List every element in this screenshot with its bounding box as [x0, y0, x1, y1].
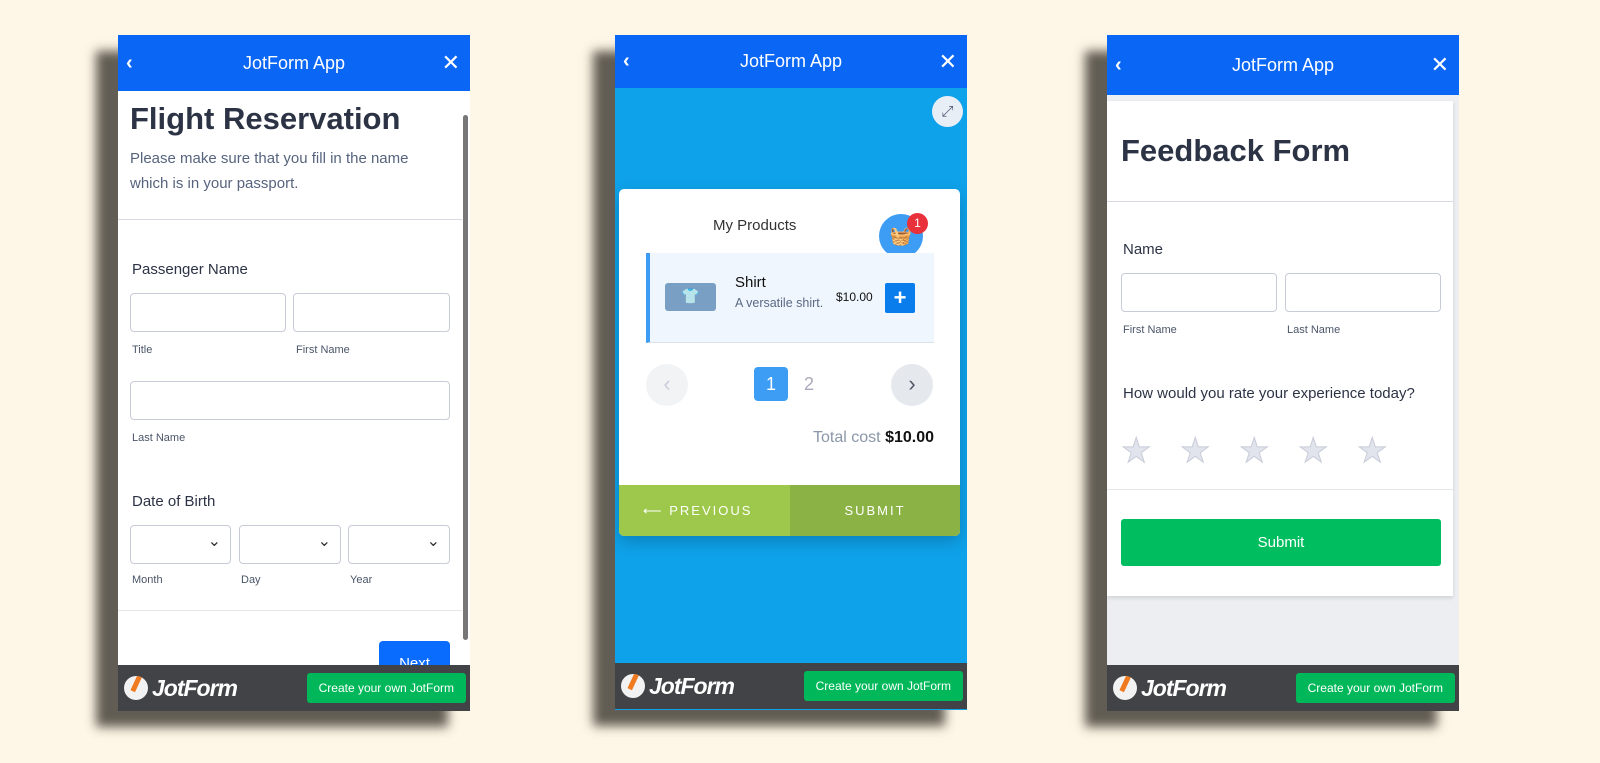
add-product-button[interactable]: + [885, 283, 915, 313]
submit-button[interactable]: Submit [1121, 519, 1441, 566]
divider [1107, 201, 1453, 202]
jotform-footer: JotForm Create your own JotForm [615, 663, 967, 709]
dob-label: Date of Birth [132, 493, 216, 510]
form-body: Feedback Form Name First Name Last Name … [1107, 101, 1453, 596]
phone-products: ‹ JotForm App ✕ ⤢ My Products 🧺 1 👕 Shir… [615, 35, 967, 710]
product-description: A versatile shirt. [735, 296, 824, 310]
app-header: ‹ JotForm App ✕ [1107, 35, 1459, 95]
divider [118, 219, 462, 220]
jotform-logo: JotForm [1113, 675, 1227, 702]
back-icon[interactable]: ‹ [623, 50, 630, 73]
shirt-icon: 👕 [665, 283, 716, 311]
close-icon[interactable]: ✕ [442, 50, 460, 76]
month-sublabel: Month [132, 574, 163, 586]
title-input[interactable] [130, 293, 286, 332]
title-sublabel: Title [132, 344, 153, 356]
page-2-button[interactable]: 2 [797, 367, 821, 401]
prev-page-button[interactable]: ‹ [646, 364, 688, 406]
day-sublabel: Day [241, 574, 261, 586]
scrollbar[interactable] [463, 115, 468, 640]
star-icon[interactable]: ★ [1238, 431, 1270, 471]
jotform-logo: JotForm [621, 673, 735, 700]
jotform-logo: JotForm [124, 675, 238, 702]
divider [1107, 489, 1453, 490]
form-title: Flight Reservation [130, 101, 401, 136]
last-name-input[interactable] [130, 381, 450, 420]
phone-feedback: ‹ JotForm App ✕ Feedback Form Name First… [1107, 35, 1459, 711]
page-1-button[interactable]: 1 [754, 367, 788, 401]
create-jotform-button[interactable]: Create your own JotForm [1295, 673, 1455, 703]
product-card: My Products 🧺 1 👕 Shirt A versatile shir… [619, 189, 960, 536]
year-sublabel: Year [350, 574, 373, 586]
phone-flight-reservation: ‹ JotForm App ✕ Flight Reservation Pleas… [118, 35, 470, 711]
jotform-footer: JotForm Create your own JotForm [1107, 665, 1459, 711]
month-select[interactable] [130, 525, 231, 564]
back-icon[interactable]: ‹ [1115, 54, 1122, 77]
product-item: 👕 Shirt A versatile shirt. $10.00 + [646, 253, 934, 343]
app-title: JotForm App [739, 51, 843, 71]
arrow-left-icon: ⟵ [643, 503, 670, 518]
star-icon[interactable]: ★ [1179, 431, 1211, 471]
create-jotform-button[interactable]: Create your own JotForm [306, 673, 466, 703]
jotform-logo-icon [1113, 676, 1137, 700]
divider [118, 610, 462, 611]
rating-question: How would you rate your experience today… [1123, 385, 1415, 402]
expand-icon[interactable]: ⤢ [932, 96, 963, 127]
form-body: Flight Reservation Please make sure that… [118, 91, 470, 681]
app-header: ‹ JotForm App ✕ [118, 35, 470, 91]
product-price: $10.00 [836, 290, 873, 304]
star-icon[interactable]: ★ [1356, 431, 1388, 471]
last-name-input[interactable] [1285, 273, 1441, 312]
cart-count-badge: 1 [907, 213, 928, 234]
first-name-input[interactable] [1121, 273, 1277, 312]
app-title: JotForm App [1231, 54, 1335, 75]
products-heading: My Products [713, 217, 797, 234]
close-icon[interactable]: ✕ [1431, 52, 1449, 78]
first-name-sublabel: First Name [1123, 324, 1177, 336]
next-page-button[interactable]: › [891, 364, 933, 406]
product-name: Shirt [735, 274, 766, 291]
back-icon[interactable]: ‹ [126, 52, 133, 75]
previous-button[interactable]: ⟵ PREVIOUS [619, 485, 790, 536]
form-subtitle: Please make sure that you fill in the na… [130, 150, 409, 192]
jotform-footer: JotForm Create your own JotForm [118, 665, 470, 711]
first-name-sublabel: First Name [296, 344, 350, 356]
app-header: ‹ JotForm App ✕ [615, 35, 967, 88]
day-select[interactable] [239, 525, 341, 564]
close-icon[interactable]: ✕ [939, 49, 957, 75]
submit-button[interactable]: SUBMIT [790, 485, 960, 536]
form-title: Feedback Form [1121, 133, 1351, 168]
first-name-input[interactable] [293, 293, 450, 332]
last-name-sublabel: Last Name [1287, 324, 1341, 336]
star-icon[interactable]: ★ [1120, 431, 1152, 471]
create-jotform-button[interactable]: Create your own JotForm [803, 671, 963, 701]
star-icon[interactable]: ★ [1297, 431, 1329, 471]
year-select[interactable] [348, 525, 450, 564]
jotform-logo-icon [124, 676, 148, 700]
app-title: JotForm App [242, 52, 346, 73]
passenger-name-label: Passenger Name [132, 261, 248, 278]
total-cost: Total cost $10.00 [813, 429, 934, 446]
name-label: Name [1123, 241, 1164, 258]
jotform-logo-icon [621, 674, 645, 698]
last-name-sublabel: Last Name [132, 432, 186, 444]
